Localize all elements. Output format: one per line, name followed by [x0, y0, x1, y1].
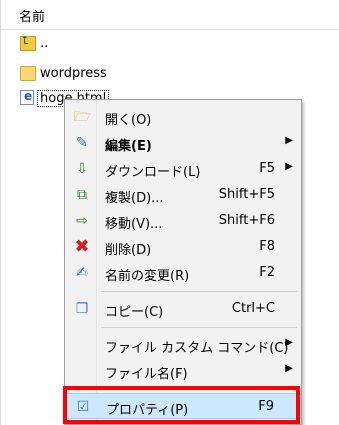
- menu-item-delete[interactable]: ✖ 削除(D) F8: [65, 234, 301, 260]
- menu-item-label: コピー(C): [105, 305, 164, 320]
- submenu-arrow-icon: ▶: [285, 161, 293, 172]
- move-icon: ⇨: [76, 213, 88, 229]
- menu-item-shortcut: F2: [259, 265, 275, 280]
- menu-item-shortcut: Ctrl+C: [231, 301, 275, 316]
- html-file-icon: [20, 89, 34, 105]
- menu-item-label: ファイル名(F): [105, 367, 188, 382]
- menu-item-move[interactable]: ⇨ 移動(V)... Shift+F6: [65, 208, 301, 234]
- column-header[interactable]: 名前: [1, 0, 339, 30]
- menu-item-duplicate[interactable]: ⧉ 複製(D)... Shift+F5: [65, 182, 301, 208]
- submenu-arrow-icon: ▶: [285, 337, 293, 348]
- column-header-name[interactable]: 名前: [19, 6, 45, 25]
- submenu-arrow-icon: ▶: [285, 363, 293, 374]
- menu-item-label: ダウンロード(L): [105, 165, 201, 180]
- file-row-parent[interactable]: ..: [1, 34, 339, 54]
- file-name: ..: [40, 36, 49, 51]
- menu-item-label: 移動(V)...: [105, 217, 163, 232]
- menu-item-custom-command[interactable]: ファイル カスタム コマンド(C) ▶: [65, 332, 301, 358]
- delete-x-icon: ✖: [74, 236, 90, 257]
- menu-item-download[interactable]: ⇩ ダウンロード(L) F5 ▶: [65, 156, 301, 182]
- file-row-wordpress[interactable]: wordpress: [1, 64, 339, 84]
- file-name: wordpress: [40, 66, 107, 81]
- menu-item-rename[interactable]: ✍ 名前の変更(R) F2: [65, 260, 301, 286]
- open-folder-icon: 🗁: [73, 109, 91, 125]
- menu-item-shortcut: F8: [259, 239, 275, 254]
- menu-item-copy[interactable]: ❐ コピー(C) Ctrl+C: [65, 296, 301, 322]
- menu-separator: [101, 291, 297, 292]
- menu-item-shortcut: Shift+F5: [218, 187, 275, 202]
- menu-item-label: 削除(D): [105, 243, 152, 258]
- menu-item-shortcut: Shift+F6: [218, 213, 275, 228]
- copy-icon: ❐: [75, 301, 89, 317]
- menu-item-label: 複製(D)...: [105, 191, 164, 206]
- menu-item-shortcut: F5: [259, 161, 275, 176]
- menu-item-label: 名前の変更(R): [105, 269, 190, 284]
- menu-item-filename[interactable]: ファイル名(F) ▶: [65, 358, 301, 384]
- annotation-highlight-box: [63, 386, 300, 424]
- menu-item-open[interactable]: 🗁 開く(O): [65, 104, 301, 130]
- menu-item-label: 編集(E): [105, 139, 152, 154]
- folder-icon: [20, 66, 36, 81]
- rename-icon: ✍: [76, 265, 88, 281]
- menu-item-label: ファイル カスタム コマンド(C): [105, 341, 289, 356]
- submenu-arrow-icon: ▶: [285, 135, 293, 146]
- menu-separator: [101, 327, 297, 328]
- menu-item-edit[interactable]: ✎ 編集(E) ▶: [65, 130, 301, 156]
- download-icon: ⇩: [76, 161, 88, 177]
- duplicate-icon: ⧉: [77, 187, 87, 203]
- context-menu: 🗁 開く(O) ✎ 編集(E) ▶ ⇩ ダウンロード(L) F5 ▶ ⧉ 複製(…: [64, 99, 302, 425]
- edit-pencil-icon: ✎: [76, 135, 88, 151]
- parent-folder-icon: [20, 34, 36, 51]
- menu-item-label: 開く(O): [105, 113, 152, 128]
